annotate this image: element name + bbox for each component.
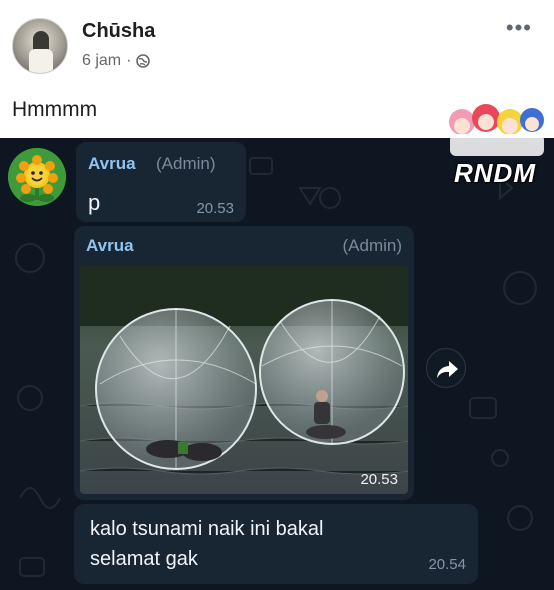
photo-time: 20.53 bbox=[360, 471, 398, 488]
admin-tag: (Admin) bbox=[156, 154, 216, 173]
message-time: 20.54 bbox=[428, 556, 466, 573]
avatar-figure-body bbox=[29, 49, 53, 73]
message-bubble[interactable]: Avrua (Admin) p 20.53 bbox=[76, 142, 246, 222]
message-photo[interactable]: 20.53 bbox=[80, 266, 408, 494]
anime-characters-logo bbox=[449, 104, 544, 156]
message-bubble[interactable]: kalo tsunami naik ini bakal selamat gak … bbox=[74, 504, 478, 584]
sender-name[interactable]: Avrua bbox=[88, 154, 136, 174]
meta-separator: · bbox=[126, 52, 132, 69]
watermark-text: RNDM bbox=[454, 158, 536, 188]
share-arrow-graphic bbox=[437, 361, 458, 378]
peashooter-icon[interactable] bbox=[8, 148, 66, 206]
admin-tag: (Admin) bbox=[342, 236, 402, 255]
photo-message-bubble[interactable]: Avrua (Admin) 20.53 bbox=[74, 226, 414, 500]
author-name[interactable]: Chūsha bbox=[82, 20, 155, 43]
message-time: 20.53 bbox=[196, 200, 234, 217]
share-arrow-icon[interactable] bbox=[426, 348, 466, 388]
more-options-button[interactable]: ••• bbox=[506, 17, 532, 39]
post-time[interactable]: 6 jam bbox=[82, 52, 121, 70]
peashooter-graphic bbox=[8, 148, 66, 206]
message-text: p bbox=[88, 190, 101, 215]
watermark-logo: RNDM bbox=[440, 92, 550, 192]
post-caption: Hmmmm bbox=[12, 98, 98, 121]
author-avatar[interactable] bbox=[12, 18, 68, 74]
message-text: kalo tsunami naik ini bakal selamat gak bbox=[90, 518, 324, 570]
post-meta: 6 jam · bbox=[82, 52, 151, 70]
sender-name[interactable]: Avrua bbox=[86, 236, 134, 256]
water-balls-photo: 20.53 bbox=[80, 266, 408, 494]
globe-icon[interactable] bbox=[136, 54, 151, 68]
chat-screenshot: Avrua (Admin) p 20.53 Avrua (Admin) 20.5… bbox=[0, 138, 554, 590]
